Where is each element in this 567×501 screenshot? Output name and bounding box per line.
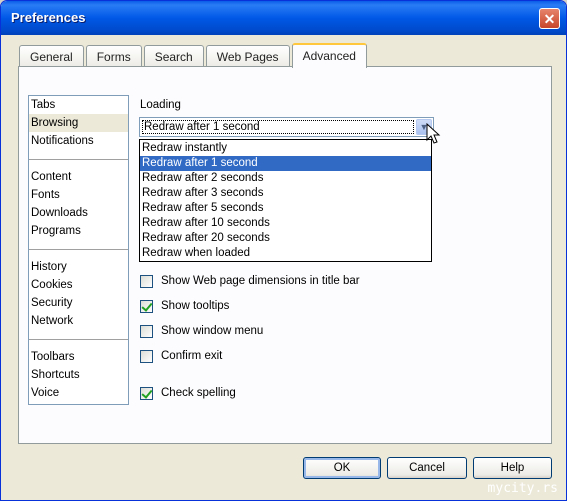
tab-general[interactable]: General (19, 45, 84, 67)
checkbox[interactable] (140, 324, 153, 338)
loading-select[interactable]: Redraw after 1 second ▼ (139, 117, 434, 137)
dropdown-option[interactable]: Redraw after 5 seconds (140, 201, 431, 216)
loading-select-value: Redraw after 1 second (142, 120, 414, 134)
mouse-cursor-icon (426, 123, 441, 144)
dropdown-option[interactable]: Redraw after 2 seconds (140, 171, 431, 186)
sidebar-item-downloads[interactable]: Downloads (29, 204, 128, 222)
tab-advanced[interactable]: Advanced (291, 43, 367, 68)
dropdown-option[interactable]: Redraw after 10 seconds (140, 216, 431, 231)
sidebar-divider (29, 339, 128, 340)
tab-strip: General Forms Search Web Pages Advanced (19, 43, 369, 68)
tab-label: General (30, 49, 73, 64)
sidebar-item-history[interactable]: History (29, 258, 128, 276)
preferences-dialog: Preferences ✕ General Forms Search Web P… (0, 0, 567, 501)
sidebar-item-programs[interactable]: Programs (29, 222, 128, 240)
window-body: General Forms Search Web Pages Advanced … (4, 35, 563, 497)
checkbox[interactable] (140, 349, 153, 363)
title-bar[interactable]: Preferences ✕ (1, 1, 566, 35)
checkbox-row-confirm-exit[interactable]: Confirm exit (140, 348, 222, 364)
sidebar-item-security[interactable]: Security (29, 294, 128, 312)
sidebar-item-network[interactable]: Network (29, 312, 128, 330)
tab-web-pages[interactable]: Web Pages (205, 45, 290, 67)
dropdown-option[interactable]: Redraw after 1 second (140, 156, 431, 171)
tab-forms[interactable]: Forms (85, 45, 142, 67)
sidebar-item-tabs[interactable]: Tabs (29, 96, 128, 114)
checkbox-row-spelling[interactable]: Check spelling (140, 385, 236, 401)
tab-label: Advanced (302, 48, 356, 63)
help-button[interactable]: Help (473, 457, 552, 479)
sidebar-item-notifications[interactable]: Notifications (29, 132, 128, 150)
watermark: mycity.rs (487, 481, 558, 496)
checkbox[interactable] (140, 274, 153, 288)
sidebar-item-voice[interactable]: Voice (29, 384, 128, 402)
sidebar-item-content[interactable]: Content (29, 168, 128, 186)
close-icon: ✕ (543, 10, 556, 27)
checkbox-label: Confirm exit (161, 350, 223, 362)
ok-button[interactable]: OK (303, 457, 381, 479)
tab-search[interactable]: Search (143, 45, 204, 67)
checkbox-label: Show Web page dimensions in title bar (161, 275, 360, 287)
loading-label: Loading (140, 99, 181, 111)
sidebar-item-browsing[interactable]: Browsing (29, 114, 128, 132)
sidebar-item-fonts[interactable]: Fonts (29, 186, 128, 204)
sidebar-item-shortcuts[interactable]: Shortcuts (29, 366, 128, 384)
category-list[interactable]: Tabs Browsing Notifications Content Font… (28, 95, 129, 405)
advanced-panel: Tabs Browsing Notifications Content Font… (18, 66, 552, 444)
close-button[interactable]: ✕ (539, 8, 560, 29)
checkbox-row-dimensions[interactable]: Show Web page dimensions in title bar (140, 273, 360, 289)
sidebar-item-toolbars[interactable]: Toolbars (29, 348, 128, 366)
checkbox-row-tooltips[interactable]: Show tooltips (140, 298, 229, 314)
tab-label: Forms (96, 49, 131, 64)
tab-label: Web Pages (216, 49, 279, 64)
checkbox-label: Check spelling (161, 387, 236, 399)
tab-label: Search (154, 49, 193, 64)
sidebar-item-cookies[interactable]: Cookies (29, 276, 128, 294)
dropdown-option[interactable]: Redraw instantly (140, 141, 431, 156)
checkbox[interactable] (140, 386, 153, 400)
cancel-button[interactable]: Cancel (387, 457, 467, 479)
window-title: Preferences (11, 10, 86, 25)
sidebar-divider (29, 249, 128, 250)
checkbox[interactable] (140, 299, 153, 313)
checkbox-label: Show tooltips (161, 300, 230, 312)
loading-dropdown-list[interactable]: Redraw instantly Redraw after 1 second R… (139, 139, 432, 262)
dropdown-option[interactable]: Redraw after 20 seconds (140, 231, 431, 246)
dropdown-option[interactable]: Redraw when loaded (140, 246, 431, 261)
checkbox-label: Show window menu (161, 325, 264, 337)
checkbox-row-window-menu[interactable]: Show window menu (140, 323, 263, 339)
sidebar-divider (29, 159, 128, 160)
dropdown-option[interactable]: Redraw after 3 seconds (140, 186, 431, 201)
